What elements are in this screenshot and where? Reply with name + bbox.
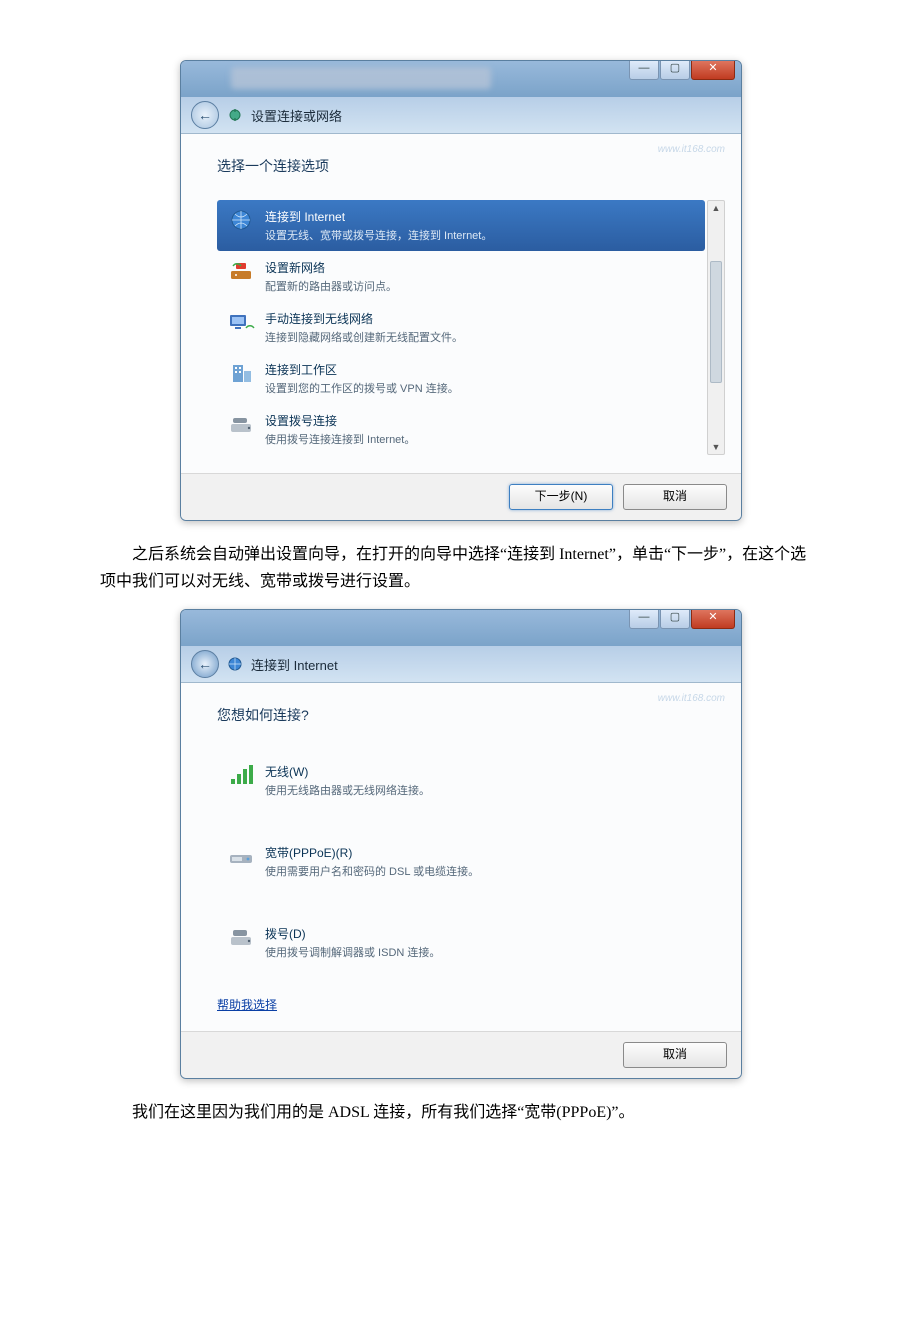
option-wireless[interactable]: 无线(W) 使用无线路由器或无线网络连接。 xyxy=(217,749,705,812)
minimize-button[interactable]: — xyxy=(629,609,659,629)
option-title: 设置拨号连接 xyxy=(265,412,415,429)
wifi-bars-icon xyxy=(227,763,255,787)
window-titlebar: — ▢ ✕ xyxy=(181,610,741,646)
network-wizard-icon xyxy=(227,107,243,123)
breadcrumb-label: 设置连接或网络 xyxy=(251,106,342,125)
monitor-wifi-icon xyxy=(227,310,255,334)
globe-small-icon xyxy=(227,656,243,672)
option-desc: 使用拨号连接连接到 Internet。 xyxy=(265,431,415,447)
option-dialup[interactable]: 拨号(D) 使用拨号调制解调器或 ISDN 连接。 xyxy=(217,911,705,974)
option-title: 手动连接到无线网络 xyxy=(265,310,463,327)
scrollbar-arrow-up-icon: ▲ xyxy=(708,201,724,215)
minimize-button[interactable]: — xyxy=(629,60,659,80)
option-desc: 使用需要用户名和密码的 DSL 或电缆连接。 xyxy=(265,863,479,879)
building-icon xyxy=(227,361,255,385)
back-arrow-icon: ← xyxy=(198,107,212,123)
help-choose-link[interactable]: 帮助我选择 xyxy=(217,996,277,1013)
dialog-heading: 您想如何连接? xyxy=(217,705,705,725)
option-title: 设置新网络 xyxy=(265,259,397,276)
option-desc: 设置无线、宽带或拨号连接，连接到 Internet。 xyxy=(265,227,492,243)
window-titlebar: — ▢ ✕ xyxy=(181,61,741,97)
close-button[interactable]: ✕ xyxy=(691,609,735,629)
dialog-footer: 下一步(N) 取消 xyxy=(181,473,741,520)
option-title: 连接到 Internet xyxy=(265,208,492,225)
option-setup-dialup[interactable]: 设置拨号连接 使用拨号连接连接到 Internet。 xyxy=(217,404,705,455)
how-connect-list: 无线(W) 使用无线路由器或无线网络连接。 宽带(PPPoE)(R) 使用需要用… xyxy=(217,749,705,1013)
close-button[interactable]: ✕ xyxy=(691,60,735,80)
back-button[interactable]: ← xyxy=(191,101,219,129)
dialog-footer: 取消 xyxy=(181,1031,741,1078)
paragraph-2: 我们在这里因为我们用的是 ADSL 连接，所有我们选择“宽带(PPPoE)”。 xyxy=(100,1099,820,1126)
cancel-button[interactable]: 取消 xyxy=(623,484,727,510)
breadcrumb-label: 连接到 Internet xyxy=(251,655,338,674)
option-connect-workplace[interactable]: 连接到工作区 设置到您的工作区的拨号或 VPN 连接。 xyxy=(217,353,705,404)
back-button[interactable]: ← xyxy=(191,650,219,678)
breadcrumb-bar: ← 设置连接或网络 xyxy=(181,97,741,134)
option-setup-new-network[interactable]: 设置新网络 配置新的路由器或访问点。 xyxy=(217,251,705,302)
phone-modem-icon xyxy=(227,412,255,436)
option-title: 宽带(PPPoE)(R) xyxy=(265,844,479,861)
option-desc: 使用拨号调制解调器或 ISDN 连接。 xyxy=(265,944,440,960)
option-title: 拨号(D) xyxy=(265,925,440,942)
option-title: 无线(W) xyxy=(265,763,430,780)
connection-options-list: 连接到 Internet 设置无线、宽带或拨号连接，连接到 Internet。 … xyxy=(217,200,705,455)
breadcrumb-bar: ← 连接到 Internet xyxy=(181,646,741,683)
globe-icon xyxy=(227,208,255,232)
window-controls: — ▢ ✕ xyxy=(628,60,735,80)
option-desc: 使用无线路由器或无线网络连接。 xyxy=(265,782,430,798)
option-desc: 配置新的路由器或访问点。 xyxy=(265,278,397,294)
dialog-heading: 选择一个连接选项 xyxy=(217,156,705,176)
dialup-phone-icon xyxy=(227,925,255,949)
dialog-body: www.it168.com 选择一个连接选项 连接到 Internet 设置无线… xyxy=(181,134,741,473)
watermark-corner: www.it168.com xyxy=(658,144,725,155)
option-manual-wireless[interactable]: 手动连接到无线网络 连接到隐藏网络或创建新无线配置文件。 xyxy=(217,302,705,353)
watermark-corner: www.it168.com xyxy=(658,693,725,704)
maximize-button[interactable]: ▢ xyxy=(660,609,690,629)
option-connect-internet[interactable]: 连接到 Internet 设置无线、宽带或拨号连接，连接到 Internet。 xyxy=(217,200,705,251)
option-list-scrollbar[interactable]: ▲ ▼ xyxy=(707,200,725,455)
scrollbar-arrow-down-icon: ▼ xyxy=(708,440,724,454)
titlebar-blur xyxy=(231,67,491,89)
router-icon xyxy=(227,259,255,283)
next-button[interactable]: 下一步(N) xyxy=(509,484,613,510)
cancel-button[interactable]: 取消 xyxy=(623,1042,727,1068)
option-desc: 连接到隐藏网络或创建新无线配置文件。 xyxy=(265,329,463,345)
scrollbar-thumb[interactable] xyxy=(710,261,722,383)
window-controls: — ▢ ✕ xyxy=(628,609,735,629)
modem-icon xyxy=(227,844,255,868)
dialog-body: www.it168.com 您想如何连接? 无线(W) 使用无线路由器或无线网络… xyxy=(181,683,741,1031)
paragraph-1: 之后系统会自动弹出设置向导，在打开的向导中选择“连接到 Internet”，单击… xyxy=(100,541,820,595)
option-desc: 设置到您的工作区的拨号或 VPN 连接。 xyxy=(265,380,459,396)
back-arrow-icon: ← xyxy=(198,656,212,672)
option-broadband-pppoe[interactable]: 宽带(PPPoE)(R) 使用需要用户名和密码的 DSL 或电缆连接。 xyxy=(217,830,705,893)
dialog-setup-connection: — ▢ ✕ ← 设置连接或网络 www.it168.com 选择一个连接选项 xyxy=(180,60,742,521)
dialog-connect-internet: www.bdocx.com — ▢ ✕ ← 连接到 Internet www.i… xyxy=(180,609,742,1079)
maximize-button[interactable]: ▢ xyxy=(660,60,690,80)
option-title: 连接到工作区 xyxy=(265,361,459,378)
